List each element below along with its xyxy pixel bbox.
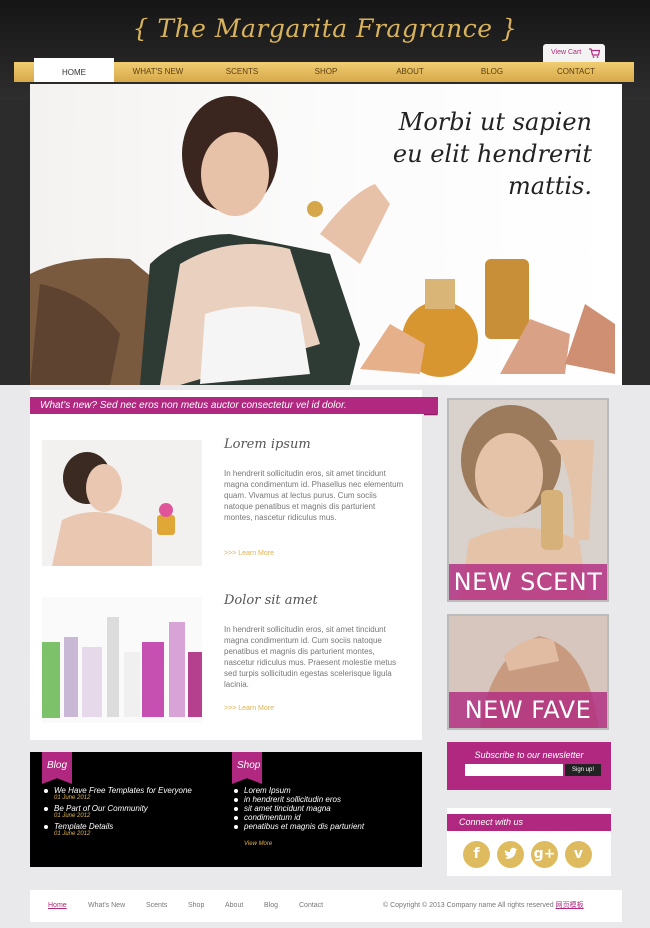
blog-post-title: Be Part of Our Community [54,804,148,813]
facebook-icon[interactable]: f [463,841,490,868]
newsletter-signup-button[interactable]: Sign up! [565,764,601,776]
vimeo-icon[interactable]: v [565,841,592,868]
footer-link-shop[interactable]: Shop [188,902,204,909]
feature-title-2: Dolor sit amet [224,593,318,608]
view-cart-label: View Cart [551,49,582,56]
hero-line-3: mattis. [508,172,592,200]
footer-link-blog[interactable]: Blog [264,902,278,909]
new-fave-label: NEW FAVE [449,692,607,728]
main-nav: HOME WHAT'S NEW SCENTS SHOP ABOUT BLOG C… [14,58,634,82]
blog-post[interactable]: Be Part of Our Community 01 June 2012 [44,804,224,819]
footer-link-scents[interactable]: Scents [146,902,167,909]
hero-line-1: Morbi ut sapien [398,108,592,136]
feature-body-1: In hendrerit sollicitudin eros, sit amet… [224,469,404,522]
nav-blog[interactable]: BLOG [452,62,532,82]
view-more-link[interactable]: View More [244,841,272,847]
connect-box: Connect with us f g+ v [447,808,611,876]
footer-link-whats-new[interactable]: What's New [88,902,125,909]
view-cart-button[interactable]: View Cart [543,44,605,64]
nav-contact[interactable]: CONTACT [534,62,618,82]
blog-post[interactable]: We Have Free Templates for Everyone 01 Ju… [44,786,224,801]
newsletter-box: Subscribe to our newsletter Sign up! [447,742,611,790]
connect-title: Connect with us [447,814,611,831]
copyright-text: © Copyright © 2013 Company name All righ… [383,902,554,909]
learn-more-link-2[interactable]: >>> Learn More [224,705,274,712]
shop-list: Lorem Ipsum in hendrerit sollicitudin er… [234,786,414,831]
copyright: © Copyright © 2013 Company name All righ… [383,900,584,910]
blog-post-title: We Have Free Templates for Everyone [54,786,192,795]
blog-post[interactable]: Template Details 01 June 2012 [44,822,224,837]
blog-post-date: 01 June 2012 [54,831,91,837]
whats-new-banner: What's new? Sed nec eros non metus aucto… [30,397,438,414]
newsletter-title: Subscribe to our newsletter [474,750,584,760]
nav-whats-new[interactable]: WHAT'S NEW [118,62,198,82]
cart-icon [589,48,600,58]
feature-title-1: Lorem ipsum [224,437,311,452]
footer-link-about[interactable]: About [225,902,243,909]
promo-new-fave[interactable]: NEW FAVE [447,614,609,730]
blog-list: We Have Free Templates for Everyone 01 Ju… [44,786,224,840]
learn-more-link-1[interactable]: >>> Learn More [224,550,274,557]
footer-link-contact[interactable]: Contact [299,902,323,909]
feature-image-2 [42,597,202,723]
footer: Home What's New Scents Shop About Blog C… [30,890,622,922]
shop-item[interactable]: penatibus et magnis dis parturient [234,822,414,831]
feature-body-2: In hendrerit sollicitudin eros, sit amet… [224,625,397,689]
shop-item[interactable]: sit amet tincidunt magna [234,804,414,813]
nav-home[interactable]: HOME [34,58,114,82]
shop-item[interactable]: Lorem Ipsum [234,786,414,795]
twitter-icon[interactable] [497,841,524,868]
nav-shop[interactable]: SHOP [286,62,366,82]
nav-scents[interactable]: SCENTS [202,62,282,82]
blog-post-date: 01 June 2012 [54,795,91,801]
copyright-link[interactable]: 网页模板 [556,902,584,909]
hero-slogan: Morbi ut sapien eu elit hendrerit mattis… [332,106,592,202]
promo-new-scent[interactable]: NEW SCENT [447,398,609,602]
blog-post-date: 01 June 2012 [54,813,91,819]
hero-line-2: eu elit hendrerit [392,140,592,168]
nav-about[interactable]: ABOUT [370,62,450,82]
feature-image-1 [42,440,202,566]
google-plus-icon[interactable]: g+ [531,841,558,868]
new-scent-label: NEW SCENT [449,564,607,600]
blog-post-title: Template Details [54,822,114,831]
shop-item[interactable]: in hendrerit sollicitudin eros [234,795,414,804]
hero-banner: Morbi ut sapien eu elit hendrerit mattis… [30,84,622,385]
site-logo[interactable]: { The Margarita Fragrance } [0,14,650,43]
footer-link-home[interactable]: Home [48,902,67,909]
newsletter-email-input[interactable] [465,764,563,776]
shop-item[interactable]: condimentum id [234,813,414,822]
